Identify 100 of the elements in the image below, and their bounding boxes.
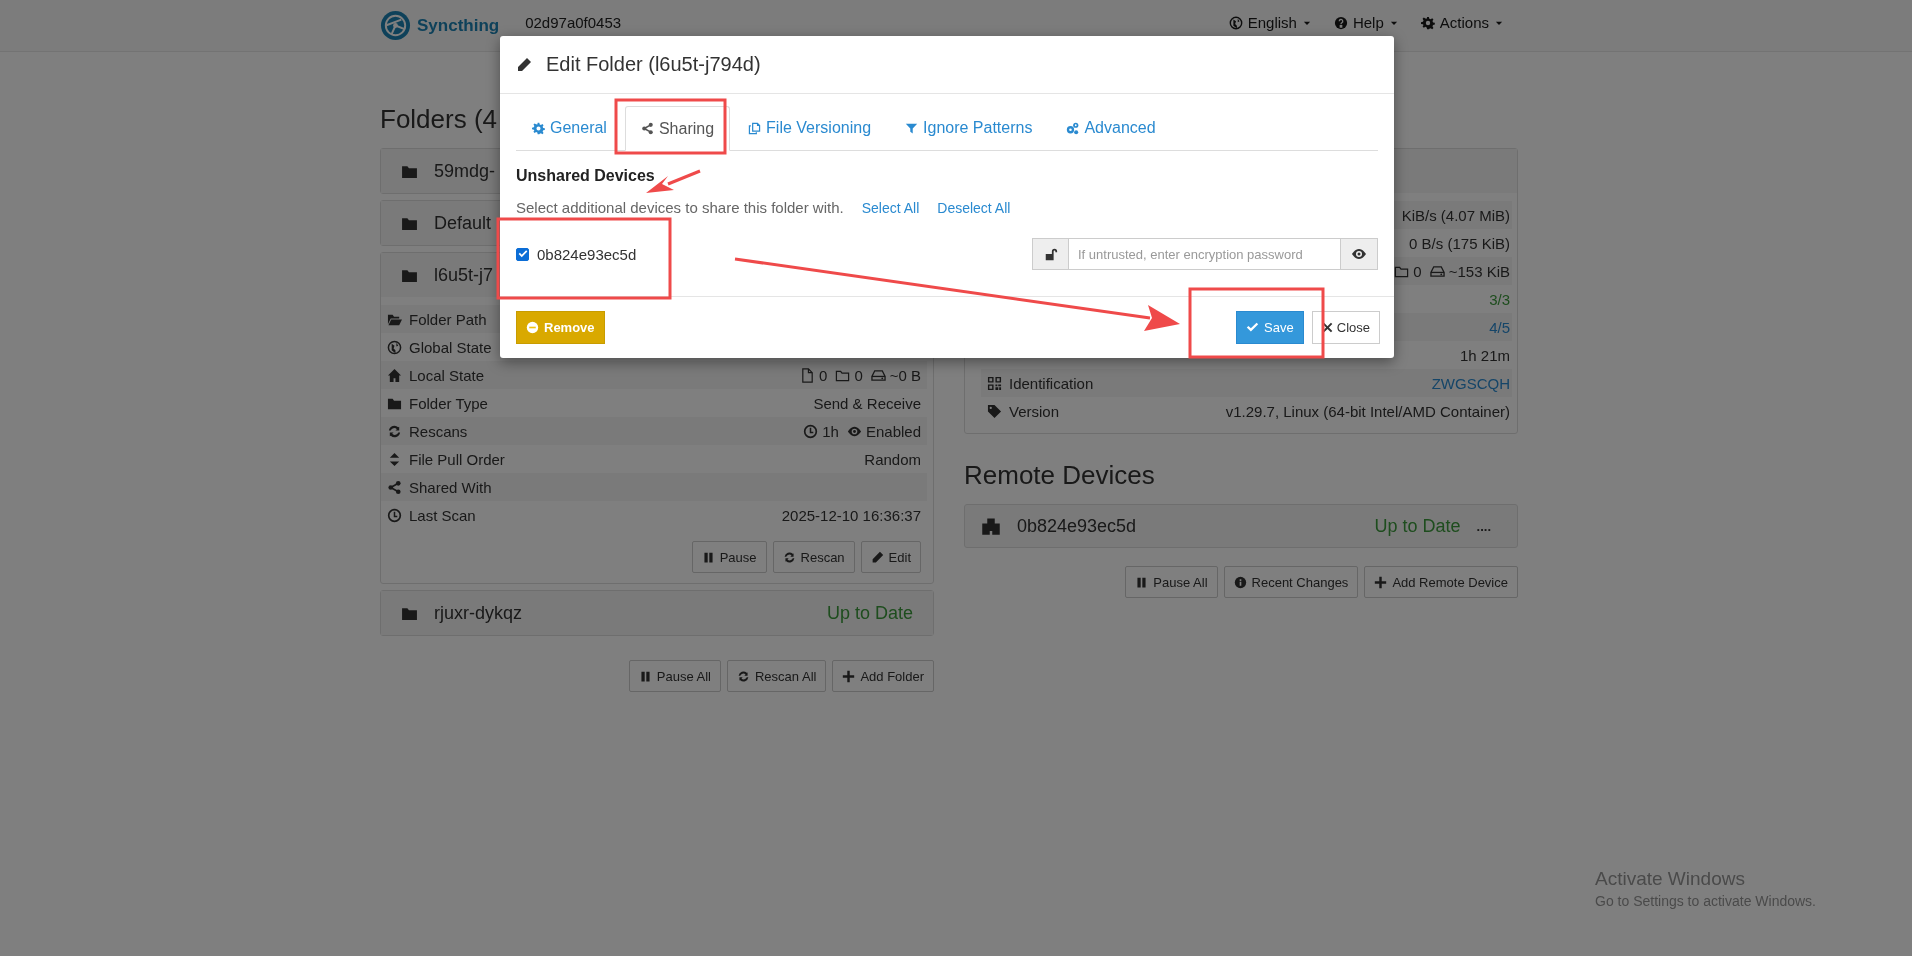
logo-icon bbox=[380, 10, 411, 41]
device-row[interactable]: 0b824e93ec5d Up to Date .... bbox=[964, 504, 1518, 548]
detail-value: 1h 21m bbox=[1459, 346, 1510, 364]
count-value: 0 bbox=[854, 366, 863, 384]
filter-icon bbox=[905, 121, 919, 135]
action-button[interactable]: Rescan bbox=[772, 541, 855, 573]
tab[interactable]: Sharing bbox=[624, 106, 731, 151]
folder-name: 59mdg- bbox=[434, 160, 496, 182]
folder-header[interactable]: rjuxr-dykqz Up to Date bbox=[381, 591, 933, 635]
action-button[interactable]: Pause All bbox=[1125, 566, 1218, 598]
qr-code-icon bbox=[987, 375, 1002, 391]
tab[interactable]: File Versioning bbox=[732, 106, 888, 150]
brand-name[interactable]: Syncthing bbox=[417, 15, 500, 36]
rescan-value: 1h bbox=[822, 422, 839, 440]
device-status: Up to Date bbox=[1374, 515, 1461, 537]
detail-label: File Pull Order bbox=[409, 450, 505, 468]
unlock-icon bbox=[1043, 247, 1058, 261]
home-icon bbox=[387, 367, 402, 383]
file-icon bbox=[800, 367, 816, 383]
eye-icon bbox=[1351, 246, 1367, 262]
tab[interactable]: Ignore Patterns bbox=[889, 106, 1049, 150]
password-field[interactable]: If untrusted, enter encryption password bbox=[1069, 238, 1340, 270]
detail-label: Folder Path bbox=[409, 310, 487, 328]
check-icon bbox=[1246, 321, 1260, 334]
folder-name: Default bbox=[434, 212, 492, 234]
detail-label: Local State bbox=[409, 366, 485, 384]
detail-value: v1.29.7, Linux (64-bit Intel/AMD Container) bbox=[1225, 402, 1510, 420]
drive-icon bbox=[1429, 263, 1445, 279]
detail-value: 2025-12-10 16:36:37 bbox=[781, 506, 921, 524]
detail-label: Identification bbox=[1009, 374, 1094, 392]
count-value: 0 bbox=[1413, 262, 1422, 280]
pencil-icon bbox=[870, 550, 884, 564]
menu-dropdown[interactable]: English bbox=[1228, 14, 1312, 31]
detail-value: Send & Receive bbox=[813, 394, 921, 412]
folder-status: Up to Date bbox=[826, 602, 913, 624]
action-button[interactable]: Pause All bbox=[628, 660, 721, 692]
device-name: 02d97a0f0453 bbox=[525, 14, 622, 31]
detail-value: ZWGSCQH bbox=[1431, 374, 1510, 392]
count-value: ~0 B bbox=[889, 366, 921, 384]
deselect-all-link[interactable]: Deselect All bbox=[937, 200, 1011, 216]
description-text: Select additional devices to share this folder with. bbox=[516, 199, 844, 216]
folder-name: l6u5t-j7 bbox=[434, 264, 494, 286]
detail-label: Shared With bbox=[409, 478, 492, 496]
select-all-link[interactable]: Select All bbox=[861, 200, 920, 216]
globe-icon bbox=[387, 339, 402, 355]
action-button[interactable]: Recent Changes bbox=[1223, 566, 1359, 598]
section-heading: Folders (4 bbox=[380, 103, 498, 136]
detail-label: Rescans bbox=[409, 422, 468, 440]
globe-icon bbox=[1228, 15, 1243, 30]
save-button[interactable]: Save bbox=[1236, 311, 1304, 344]
tab[interactable]: Advanced bbox=[1050, 106, 1172, 150]
show-password-button[interactable] bbox=[1340, 238, 1378, 270]
count-value: ~153 KiB bbox=[1448, 262, 1510, 280]
plus-icon bbox=[842, 669, 856, 683]
rescan-value: Enabled bbox=[865, 422, 921, 440]
detail-value: 3/3 bbox=[1489, 290, 1510, 308]
action-button[interactable]: Add Remote Device bbox=[1364, 566, 1518, 598]
cogs-icon bbox=[1066, 121, 1080, 135]
pause-icon bbox=[1135, 575, 1149, 589]
gear-icon bbox=[532, 121, 545, 135]
info-icon bbox=[1233, 575, 1247, 589]
files-icon bbox=[748, 121, 762, 135]
count-value: 0 bbox=[819, 366, 828, 384]
checkbox[interactable] bbox=[516, 247, 529, 261]
device-label[interactable]: 0b824e93ec5d bbox=[537, 245, 637, 263]
action-button[interactable]: Edit bbox=[860, 541, 921, 573]
section-heading: Unshared Devices bbox=[516, 167, 655, 185]
pause-icon bbox=[701, 550, 715, 564]
share-icon bbox=[640, 122, 654, 135]
minus-circle-icon bbox=[526, 321, 539, 334]
refresh-icon bbox=[782, 550, 796, 564]
ellipsis-text: .... bbox=[1476, 518, 1491, 534]
clock-icon bbox=[387, 507, 402, 523]
detail-value: 0 B/s (175 KiB) bbox=[1409, 234, 1510, 252]
detail-value: 4/5 bbox=[1489, 318, 1510, 336]
device-name: 0b824e93ec5d bbox=[1017, 515, 1137, 537]
section-heading: Remote Devices bbox=[964, 459, 1155, 492]
action-button[interactable]: Pause bbox=[691, 541, 767, 573]
share-icon bbox=[387, 479, 402, 495]
menu-dropdown[interactable]: Help bbox=[1333, 14, 1399, 31]
refresh-icon bbox=[737, 669, 750, 683]
dialog-title: Edit Folder (l6u5t-j794d) bbox=[546, 53, 761, 76]
pause-icon bbox=[638, 669, 652, 683]
detail-label: Version bbox=[1009, 402, 1060, 420]
close-button[interactable]: Close bbox=[1311, 311, 1380, 344]
menu-dropdown[interactable]: Actions bbox=[1420, 14, 1504, 31]
help-icon bbox=[1333, 15, 1348, 30]
clock-icon bbox=[803, 423, 819, 439]
tab[interactable]: General bbox=[516, 106, 623, 150]
drive-icon bbox=[870, 367, 886, 383]
pencil-icon bbox=[516, 56, 532, 73]
gear-icon bbox=[1420, 15, 1435, 30]
refresh-icon bbox=[387, 423, 402, 439]
action-button[interactable]: Rescan All bbox=[727, 660, 827, 692]
action-button[interactable]: Add Folder bbox=[832, 660, 934, 692]
building-icon bbox=[981, 516, 1001, 536]
detail-value: KiB/s (4.07 MiB) bbox=[1401, 206, 1510, 224]
detail-label: Folder Type bbox=[409, 394, 488, 412]
detail-label: Last Scan bbox=[409, 506, 476, 524]
detail-value: Random bbox=[864, 450, 921, 468]
